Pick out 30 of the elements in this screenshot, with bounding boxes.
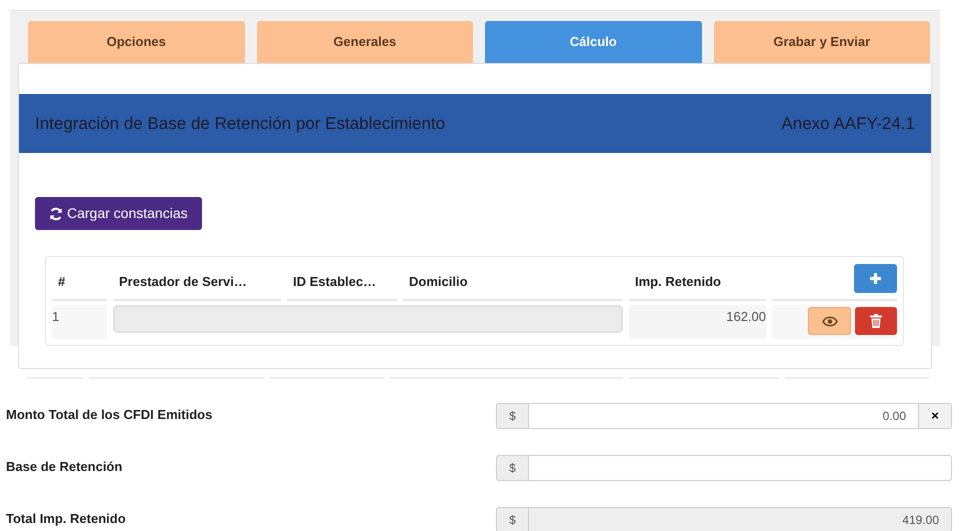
amount-field[interactable]: 0.00 <box>529 403 919 429</box>
column-header: Imp. Retenido <box>635 272 721 291</box>
delete-button[interactable] <box>855 307 897 335</box>
column-header: Prestador de Servi… <box>119 272 247 290</box>
currency-prefix: $ <box>496 507 529 531</box>
field-label: Monto Total de los CFDI Emitidos <box>6 406 212 424</box>
column-header: ID Establec… <box>293 272 376 290</box>
tab[interactable]: Generales <box>256 21 473 63</box>
field-label: Base de Retención <box>6 458 122 476</box>
currency-prefix: $ <box>496 403 529 429</box>
amount-cell: 162.00 <box>726 309 766 324</box>
tab[interactable]: Cálculo <box>485 21 702 63</box>
view-button[interactable] <box>808 307 851 335</box>
panel-title: Integración de Base de Retención por Establecimiento <box>35 112 446 135</box>
eye-icon <box>822 316 838 326</box>
trash-icon <box>870 314 882 328</box>
column-header: Domicilio <box>409 272 468 290</box>
load-button[interactable]: Cargar constancias <box>35 197 202 230</box>
field-label: Total Imp. Retenido <box>6 510 126 528</box>
tab[interactable]: Opciones <box>28 21 244 63</box>
tab[interactable]: Grabar y Enviar <box>714 21 930 63</box>
clear-button[interactable]: × <box>919 403 952 429</box>
row-number: 1 <box>52 309 60 324</box>
refresh-icon <box>49 206 63 220</box>
add-button[interactable] <box>854 264 897 293</box>
annex-label: Anexo AAFY-24.1 <box>781 112 915 135</box>
currency-prefix: $ <box>496 455 529 481</box>
column-header: # <box>58 272 66 290</box>
plus-icon <box>869 272 882 285</box>
amount-field[interactable] <box>529 455 952 481</box>
